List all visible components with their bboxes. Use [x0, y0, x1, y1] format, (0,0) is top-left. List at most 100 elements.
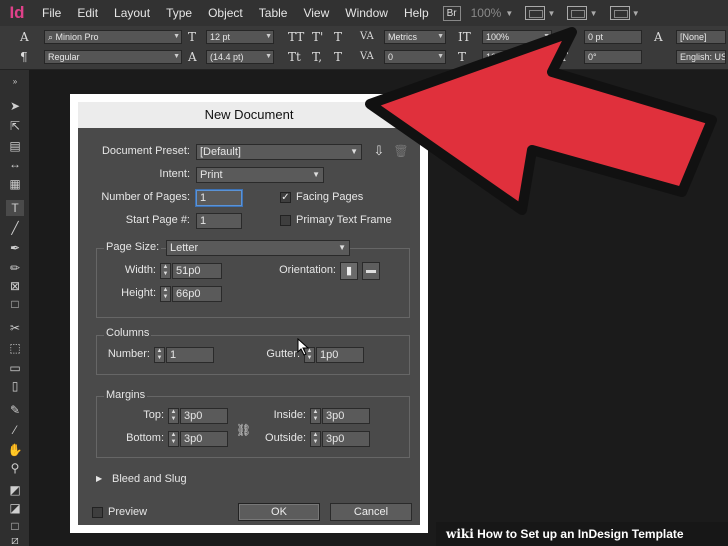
- red-arrow-annotation: [365, 27, 717, 215]
- font-style-value: Regular: [48, 52, 80, 62]
- rectangle-tool-icon[interactable]: □: [6, 296, 24, 312]
- primary-text-frame-checkbox[interactable]: [280, 215, 291, 226]
- scissors-tool-icon[interactable]: ✂: [6, 320, 24, 336]
- page-size-label: Page Size:: [104, 241, 162, 253]
- hand-tool-icon[interactable]: ✋: [6, 442, 24, 458]
- preview-checkbox[interactable]: [92, 507, 103, 518]
- portrait-orientation-icon[interactable]: ▮: [340, 262, 358, 280]
- view-options-icon[interactable]: [525, 6, 546, 20]
- height-input[interactable]: 66p0: [172, 286, 222, 302]
- chevron-down-icon[interactable]: ▼: [505, 9, 513, 18]
- superscript-icon[interactable]: T': [312, 30, 323, 44]
- orientation-label: Orientation:: [279, 264, 336, 276]
- rectangle-frame-tool-icon[interactable]: ⊠: [6, 278, 24, 294]
- font-style-field[interactable]: Regular ▼: [44, 50, 182, 64]
- paragraph-formatting-icon[interactable]: ¶: [20, 50, 28, 64]
- gradient-feather-tool-icon[interactable]: ▯: [6, 378, 24, 394]
- start-page-label: Start Page #:: [125, 214, 190, 226]
- small-caps-icon[interactable]: Tt: [288, 50, 301, 64]
- gap-tool-icon[interactable]: ↔: [6, 156, 24, 172]
- collapse-icon[interactable]: »: [6, 74, 24, 90]
- landscape-orientation-icon[interactable]: ▬: [362, 262, 380, 280]
- zoom-tool-icon[interactable]: ⚲: [6, 460, 24, 476]
- page-tool-icon[interactable]: ▤: [6, 138, 24, 154]
- columns-title: Columns: [104, 327, 152, 339]
- bottom-margin-input[interactable]: 3p0: [180, 431, 228, 447]
- bottom-margin-stepper[interactable]: ▲ ▼: [168, 431, 179, 447]
- start-page-input[interactable]: 1: [196, 213, 242, 229]
- menu-table[interactable]: Table: [251, 0, 296, 26]
- wikihow-watermark: wiki How to Set up an InDesign Template: [436, 522, 728, 546]
- content-collector-icon[interactable]: ▦: [6, 176, 24, 192]
- font-size-field[interactable]: 12 pt ▼: [206, 30, 274, 44]
- fill-stroke-icon[interactable]: ◩: [6, 482, 24, 498]
- gutter-input[interactable]: 1p0: [316, 347, 364, 363]
- watermark-brand: wiki: [446, 527, 474, 541]
- ok-button[interactable]: OK: [238, 503, 320, 521]
- columns-number-stepper[interactable]: ▲ ▼: [154, 347, 165, 363]
- menu-object[interactable]: Object: [200, 0, 251, 26]
- disclosure-triangle-icon[interactable]: ▶: [96, 474, 102, 483]
- document-preset-value: [Default]: [200, 146, 241, 158]
- width-stepper[interactable]: ▲ ▼: [160, 263, 171, 279]
- menu-file[interactable]: File: [34, 0, 69, 26]
- number-of-pages-input[interactable]: 1: [196, 190, 242, 206]
- menu-view[interactable]: View: [295, 0, 337, 26]
- gradient-tool-icon[interactable]: ▭: [6, 360, 24, 376]
- bridge-button[interactable]: Br: [442, 5, 461, 21]
- columns-number-label: Number:: [107, 348, 150, 360]
- inside-margin-stepper[interactable]: ▲ ▼: [310, 408, 321, 424]
- zoom-level[interactable]: 100%: [467, 6, 506, 20]
- top-margin-input[interactable]: 3p0: [180, 408, 228, 424]
- margins-group: [96, 396, 410, 458]
- chevron-down-icon[interactable]: ▼: [630, 9, 640, 18]
- outside-margin-input[interactable]: 3p0: [322, 431, 370, 447]
- preview-label: Preview: [108, 506, 148, 518]
- top-margin-stepper[interactable]: ▲ ▼: [168, 408, 179, 424]
- page-size-group: [96, 248, 410, 318]
- selection-tool-icon[interactable]: ➤: [6, 98, 24, 114]
- document-preset-label: Document Preset:: [101, 145, 190, 157]
- columns-number-input[interactable]: 1: [166, 347, 214, 363]
- leading-icon: A: [188, 50, 197, 64]
- pen-tool-icon[interactable]: ✒: [6, 240, 24, 256]
- eyedropper-tool-icon[interactable]: ⁄: [6, 422, 24, 438]
- all-caps-icon[interactable]: TT: [288, 30, 304, 44]
- cancel-button[interactable]: Cancel: [330, 503, 412, 521]
- outside-margin-stepper[interactable]: ▲ ▼: [310, 431, 321, 447]
- font-family-value: Minion Pro: [55, 32, 99, 42]
- direct-selection-tool-icon[interactable]: ⇱: [6, 118, 24, 134]
- chevron-down-icon[interactable]: ▼: [545, 9, 555, 18]
- facing-pages-checkbox[interactable]: ✓: [280, 192, 291, 203]
- free-transform-tool-icon[interactable]: ⬚: [6, 340, 24, 356]
- subscript-icon[interactable]: T,: [312, 50, 322, 64]
- inside-margin-input[interactable]: 3p0: [322, 408, 370, 424]
- mouse-cursor-icon: [297, 338, 310, 356]
- type-tool-icon[interactable]: T: [6, 200, 24, 216]
- apply-none-icon[interactable]: ⧄: [6, 532, 24, 546]
- character-formatting-icon[interactable]: A: [20, 30, 29, 44]
- menu-type[interactable]: Type: [158, 0, 200, 26]
- chevron-down-icon[interactable]: ▼: [587, 9, 598, 18]
- width-input[interactable]: 51p0: [172, 263, 222, 279]
- arrange-documents-icon[interactable]: [609, 6, 630, 20]
- page-size-select[interactable]: Letter ▼: [166, 240, 350, 256]
- line-tool-icon[interactable]: ╱: [6, 220, 24, 236]
- leading-value: (14.4 pt): [210, 52, 244, 62]
- link-margins-icon[interactable]: ⛓: [236, 420, 251, 440]
- menu-edit[interactable]: Edit: [69, 0, 106, 26]
- pencil-tool-icon[interactable]: ✏: [6, 260, 24, 276]
- screen-mode-icon[interactable]: [567, 6, 588, 20]
- intent-select[interactable]: Print ▼: [196, 167, 324, 183]
- height-stepper[interactable]: ▲ ▼: [160, 286, 171, 302]
- swap-fill-stroke-icon[interactable]: ◪: [6, 500, 24, 516]
- font-family-field[interactable]: ⌕ Minion Pro ▼: [44, 30, 182, 44]
- menu-layout[interactable]: Layout: [106, 0, 158, 26]
- leading-field[interactable]: (14.4 pt) ▼: [206, 50, 274, 64]
- number-of-pages-label: Number of Pages:: [101, 191, 190, 203]
- bleed-and-slug-toggle[interactable]: Bleed and Slug: [112, 473, 187, 485]
- indesign-logo: Id: [9, 3, 25, 22]
- document-preset-select[interactable]: [Default] ▼: [196, 144, 362, 160]
- note-tool-icon[interactable]: ✎: [6, 402, 24, 418]
- margins-title: Margins: [104, 389, 148, 401]
